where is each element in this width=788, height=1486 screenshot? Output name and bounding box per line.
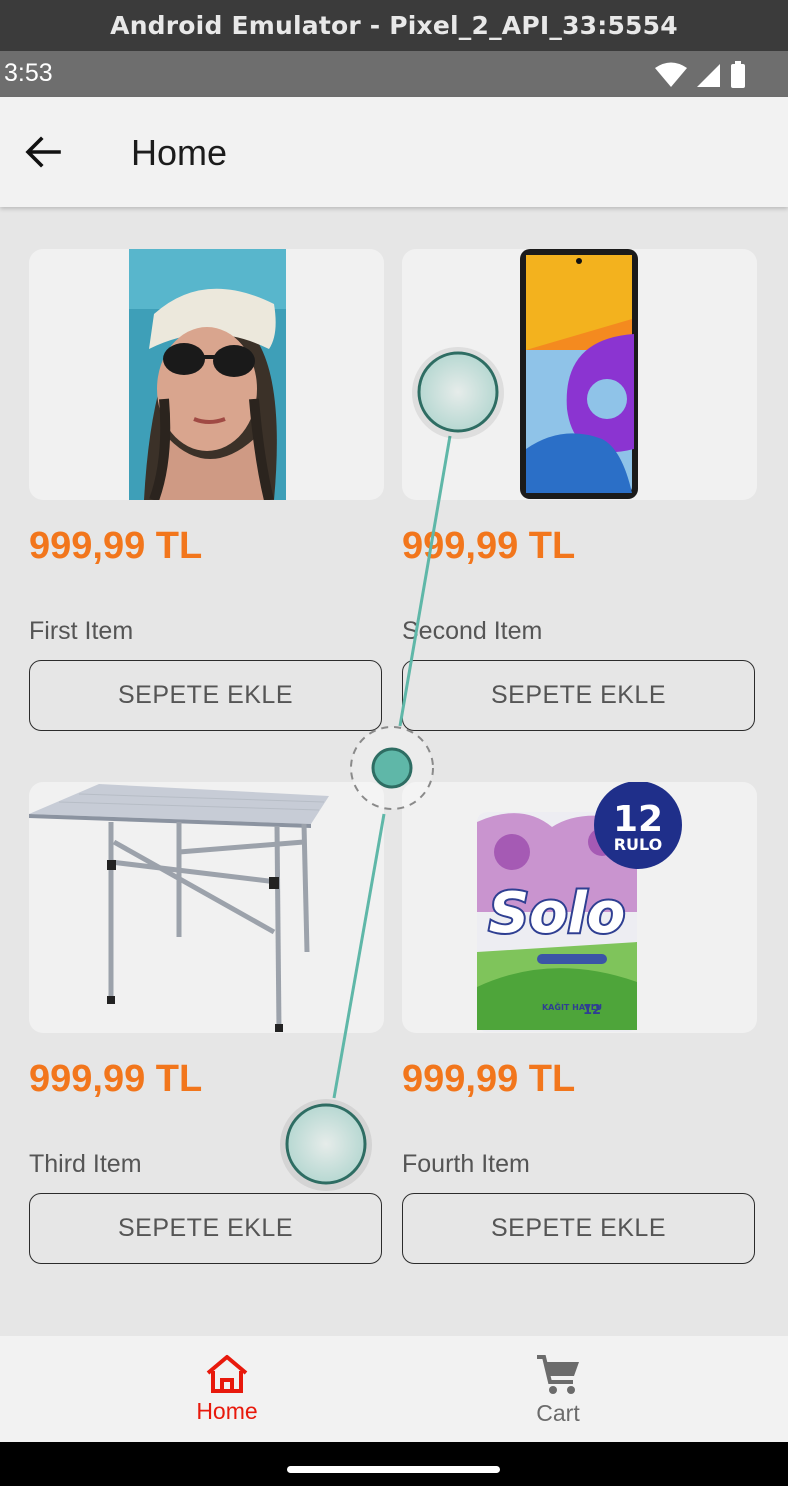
paper-towel-pack-photo: Solo 12 RULO KAĞIT HAVLU 12	[477, 782, 682, 1032]
product-price: 999,99 TL	[402, 1058, 576, 1100]
cart-icon	[537, 1355, 579, 1394]
back-button[interactable]	[18, 129, 68, 175]
touch-point-icon	[280, 1099, 372, 1191]
nav-item-cart[interactable]: Cart	[488, 1354, 628, 1427]
emulator-title-bar: Android Emulator - Pixel_2_API_33:5554	[0, 0, 788, 51]
home-gesture-pill[interactable]	[287, 1466, 500, 1473]
touch-point-icon	[285, 1103, 367, 1185]
wifi-icon	[655, 62, 687, 87]
app-bar: Home	[0, 97, 788, 207]
svg-text:RULO: RULO	[614, 835, 663, 854]
product-price: 999,99 TL	[29, 525, 203, 567]
status-time: 3:53	[4, 59, 53, 87]
nav-label-cart: Cart	[536, 1400, 580, 1426]
svg-text:Solo: Solo	[489, 881, 625, 946]
emulator-title: Android Emulator - Pixel_2_API_33:5554	[110, 11, 678, 40]
svg-text:12: 12	[613, 799, 663, 840]
bottom-navigation: Home Cart	[0, 1336, 788, 1442]
product-name: Second Item	[402, 617, 543, 645]
status-icons	[654, 61, 746, 89]
folding-table-photo	[29, 784, 329, 1032]
gesture-center-icon	[371, 747, 413, 789]
add-to-cart-button[interactable]: SEPETE EKLE	[402, 1193, 755, 1264]
add-to-cart-button[interactable]: SEPETE EKLE	[29, 660, 382, 731]
battery-icon	[731, 61, 745, 88]
product-image[interactable]	[29, 782, 384, 1033]
nav-label-home: Home	[196, 1398, 258, 1424]
product-image[interactable]	[29, 249, 384, 500]
product-name: First Item	[29, 617, 134, 645]
product-name: Fourth Item	[402, 1150, 530, 1178]
product-image[interactable]	[402, 249, 757, 500]
product-price: 999,99 TL	[402, 525, 576, 567]
smartphone-photo	[520, 249, 638, 499]
home-icon	[206, 1355, 248, 1393]
woman-sunglasses-photo	[129, 249, 286, 500]
status-bar: 3:53	[0, 51, 788, 97]
nav-item-home[interactable]: Home	[157, 1354, 297, 1425]
arrow-left-icon	[25, 136, 61, 168]
add-to-cart-button[interactable]: SEPETE EKLE	[29, 1193, 382, 1264]
product-image[interactable]: Solo 12 RULO KAĞIT HAVLU 12	[402, 782, 757, 1033]
svg-text:12: 12	[583, 1003, 601, 1018]
product-price: 999,99 TL	[29, 1058, 203, 1100]
page-title: Home	[131, 132, 228, 173]
product-name: Third Item	[29, 1150, 142, 1178]
signal-icon	[697, 64, 720, 87]
add-to-cart-button[interactable]: SEPETE EKLE	[402, 660, 755, 731]
system-navigation-bar	[0, 1442, 788, 1486]
